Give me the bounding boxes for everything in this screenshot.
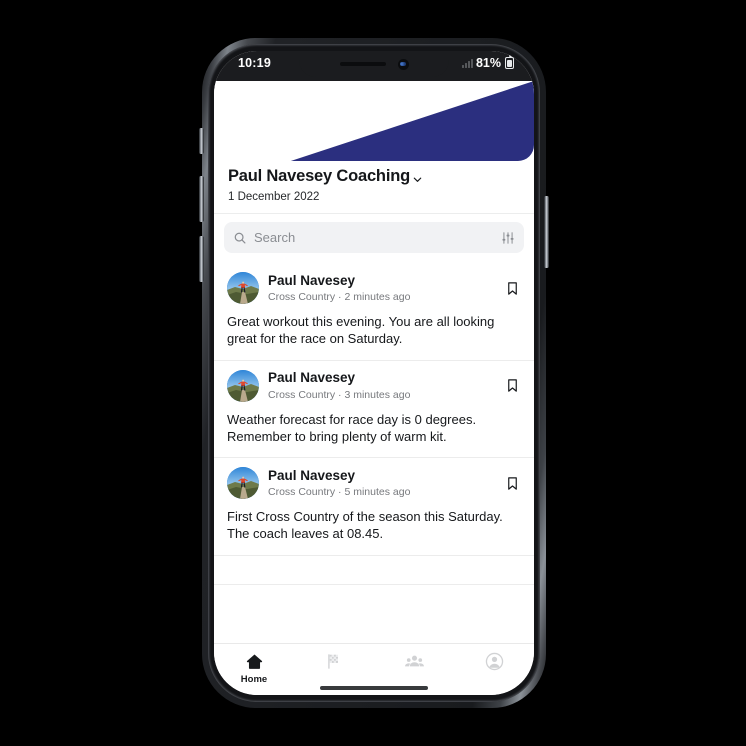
search-input[interactable]: Search xyxy=(254,230,494,245)
search-section: Search xyxy=(214,214,534,263)
tab-home[interactable]: Home xyxy=(214,650,294,685)
runner-avatar[interactable] xyxy=(227,272,259,304)
post-author: Paul Navesey xyxy=(268,468,356,484)
post-author-block: Paul Navesey Cross Country · 5 minutes a… xyxy=(268,468,494,498)
post-meta-separator: · xyxy=(338,388,342,401)
tab-groups[interactable] xyxy=(374,650,454,674)
volume-down-button[interactable] xyxy=(199,236,204,282)
tab-profile[interactable] xyxy=(454,650,534,674)
post-author: Paul Navesey xyxy=(268,370,356,386)
filter-sliders-icon[interactable] xyxy=(501,231,515,245)
profile-circle-icon xyxy=(484,650,505,672)
post-card[interactable]: Paul Navesey Cross Country · 2 minutes a… xyxy=(214,263,534,361)
post-header: Paul Navesey Cross Country · 2 minutes a… xyxy=(227,272,521,304)
hero-banner xyxy=(214,81,534,161)
post-timestamp: 5 minutes ago xyxy=(344,486,411,499)
silent-switch-button[interactable] xyxy=(199,128,204,154)
runner-avatar[interactable] xyxy=(227,467,259,500)
battery-percent-label: 81% xyxy=(475,56,501,70)
header-block: Paul Navesey Coaching 1 December 2022 xyxy=(214,161,534,214)
app-root: 10:19 81% Paul Navesey Coaching 1 Decemb… xyxy=(214,51,534,695)
screenshot-stage: 10:19 81% Paul Navesey Coaching 1 Decemb… xyxy=(0,0,746,746)
home-icon xyxy=(245,650,264,672)
post-body: First Cross Country of the season this S… xyxy=(227,509,503,542)
front-camera-icon xyxy=(397,58,409,70)
post-author-block: Paul Navesey Cross Country · 3 minutes a… xyxy=(268,370,494,400)
home-indicator[interactable] xyxy=(320,686,428,690)
post-meta-separator: · xyxy=(338,486,342,499)
post-group: Cross Country xyxy=(268,291,336,304)
post-card[interactable]: Paul Navesey Cross Country · 3 minutes a… xyxy=(214,360,534,459)
post-meta: Cross Country · 3 minutes ago xyxy=(268,389,494,401)
search-icon xyxy=(233,231,247,245)
bookmark-icon[interactable] xyxy=(503,376,521,396)
bookmark-icon[interactable] xyxy=(503,278,521,298)
power-button[interactable] xyxy=(544,196,549,268)
post-feed[interactable]: Paul Navesey Cross Country · 2 minutes a… xyxy=(214,263,534,643)
post-timestamp: 3 minutes ago xyxy=(344,388,411,401)
post-body: Weather forecast for race day is 0 degre… xyxy=(227,411,477,444)
phone-screen: 10:19 81% Paul Navesey Coaching 1 Decemb… xyxy=(214,51,534,695)
device-notch xyxy=(299,51,449,77)
checkered-flag-icon xyxy=(325,650,344,672)
earpiece-speaker xyxy=(339,62,386,66)
battery-icon xyxy=(505,55,514,69)
post-timestamp: 2 minutes ago xyxy=(344,291,411,304)
post-meta: Cross Country · 2 minutes ago xyxy=(268,291,494,303)
status-bar-time: 10:19 xyxy=(238,56,271,70)
group-people-icon xyxy=(404,650,425,672)
post-card-partial[interactable] xyxy=(214,555,534,585)
runner-avatar[interactable] xyxy=(227,369,259,402)
post-meta: Cross Country · 5 minutes ago xyxy=(268,486,494,498)
post-group: Cross Country xyxy=(268,486,336,499)
bookmark-icon[interactable] xyxy=(503,473,521,493)
post-author: Paul Navesey xyxy=(268,272,356,288)
chevron-down-icon[interactable] xyxy=(412,172,423,183)
team-selector[interactable]: Paul Navesey Coaching xyxy=(228,167,520,186)
current-date-label: 1 December 2022 xyxy=(228,191,320,203)
post-card[interactable]: Paul Navesey Cross Country · 5 minutes a… xyxy=(214,458,534,556)
tab-home-label: Home xyxy=(240,674,268,685)
post-group: Cross Country xyxy=(268,388,336,401)
signal-bars-icon xyxy=(461,58,473,68)
tab-races[interactable] xyxy=(294,650,374,674)
volume-up-button[interactable] xyxy=(199,176,204,222)
post-meta-separator: · xyxy=(338,291,342,304)
status-bar-right: 81% xyxy=(461,55,514,70)
search-bar[interactable]: Search xyxy=(224,222,524,253)
post-header: Paul Navesey Cross Country · 5 minutes a… xyxy=(227,467,521,500)
post-author-block: Paul Navesey Cross Country · 2 minutes a… xyxy=(268,273,494,303)
brand-diagonal-shape xyxy=(290,81,534,161)
post-header: Paul Navesey Cross Country · 3 minutes a… xyxy=(227,369,521,402)
page-title: Paul Navesey Coaching xyxy=(228,167,410,185)
post-body: Great workout this evening. You are all … xyxy=(227,314,495,347)
